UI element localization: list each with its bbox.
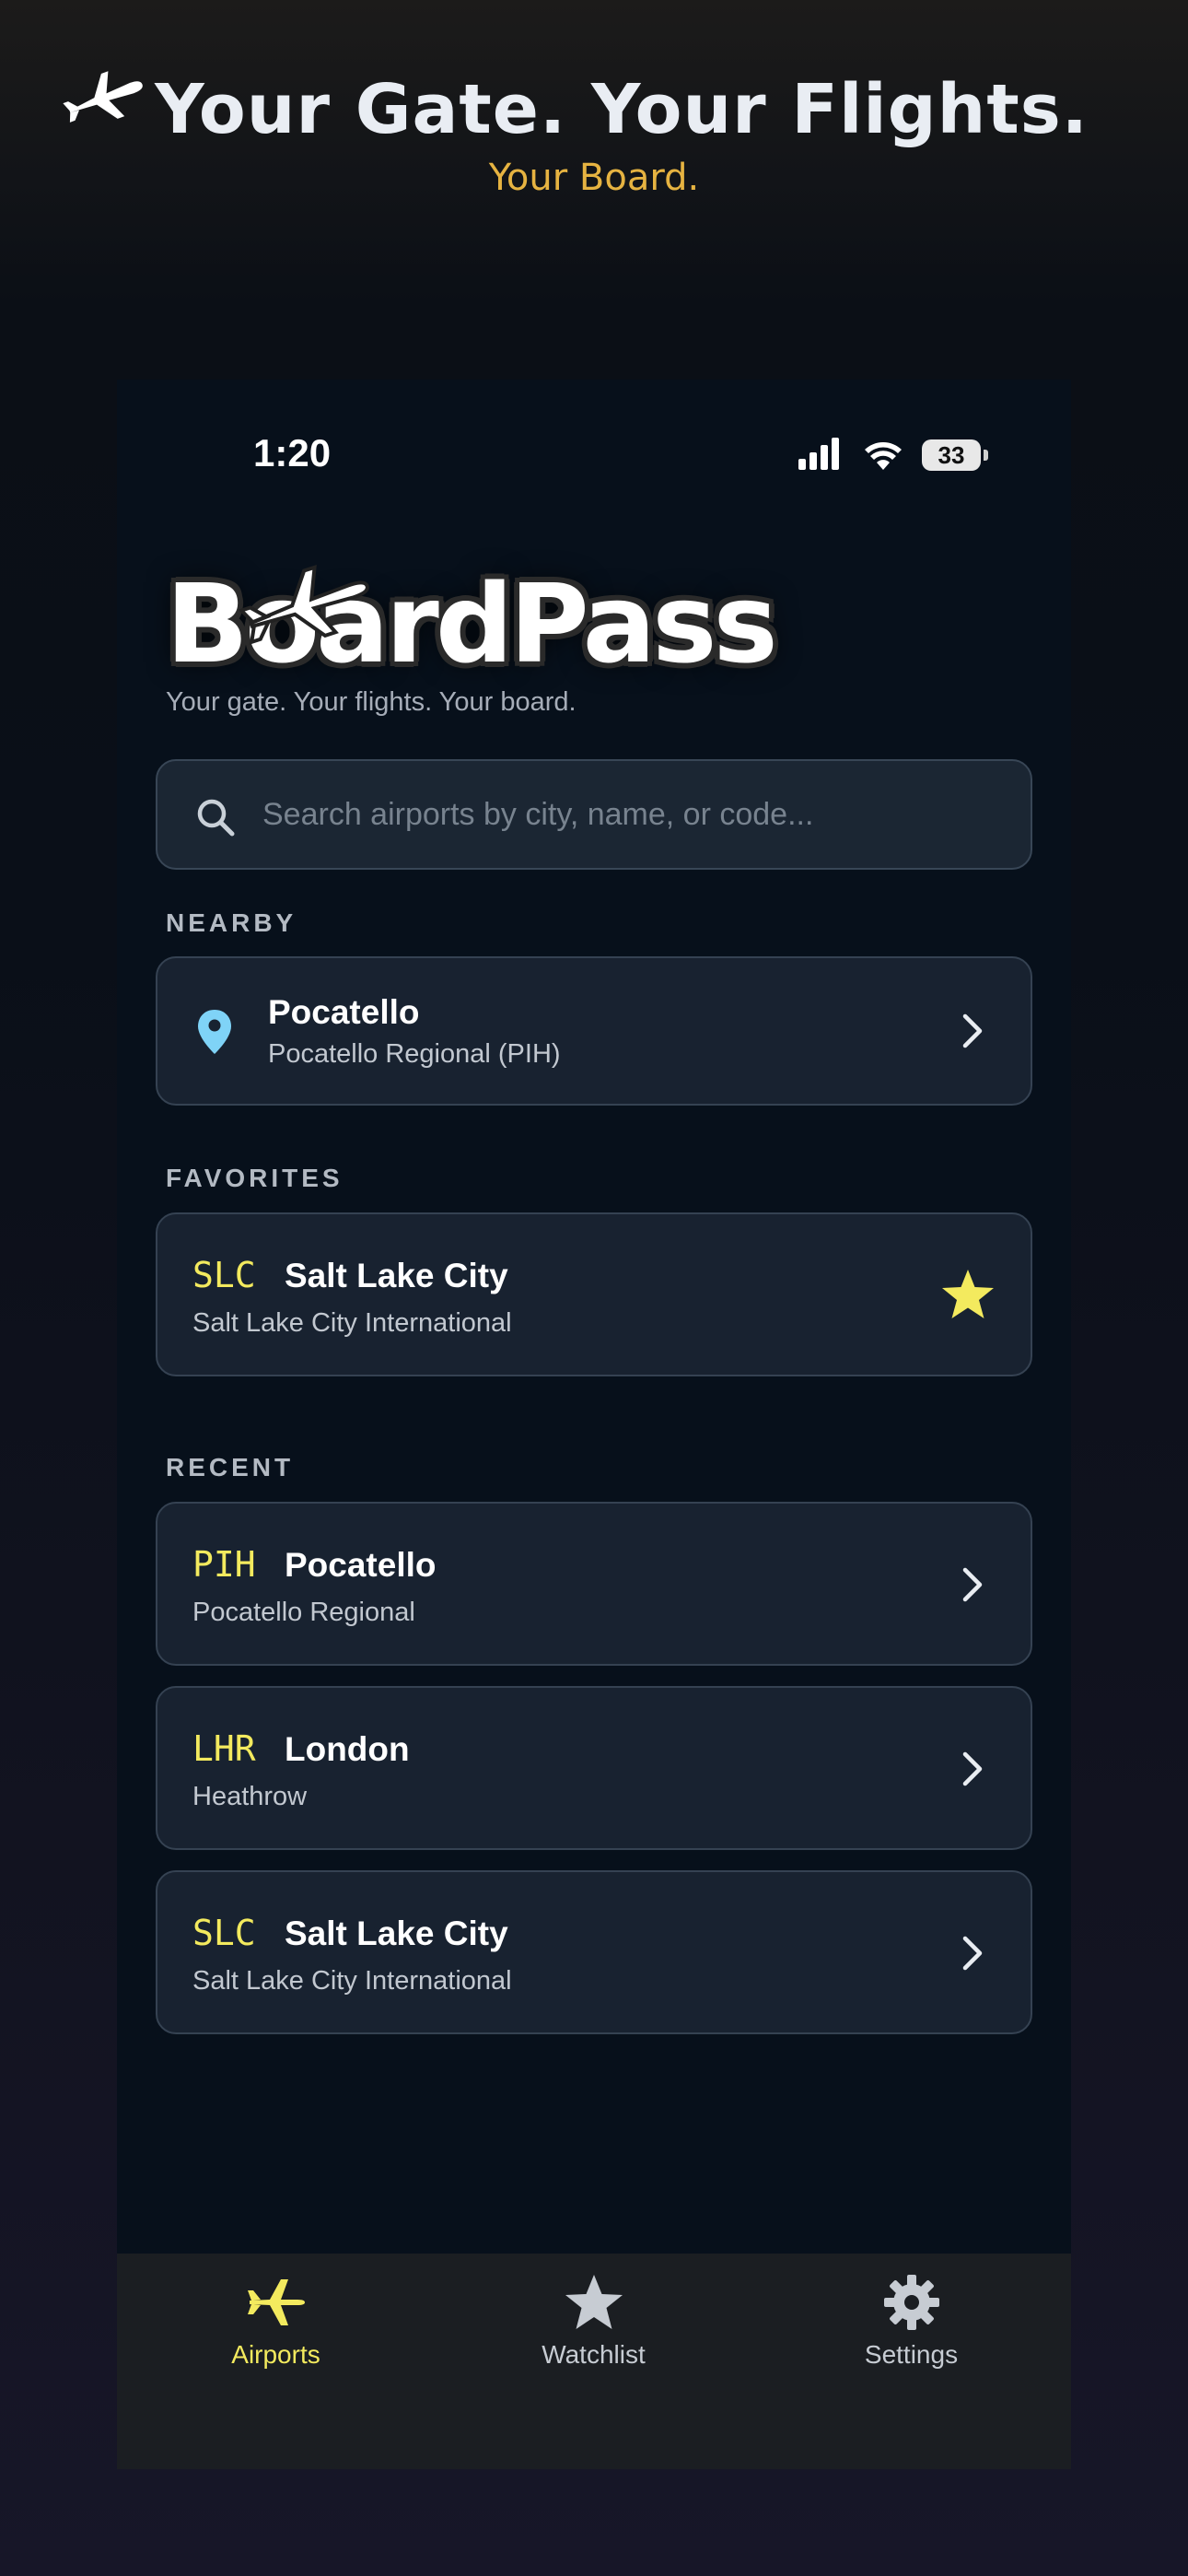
search-input[interactable]	[262, 779, 999, 849]
favorite-star-icon[interactable]	[940, 1268, 996, 1321]
airport-name: Heathrow	[192, 1782, 308, 1811]
location-pin-icon	[198, 1010, 231, 1054]
nearby-airport-card[interactable]: Pocatello Pocatello Regional (PIH)	[156, 956, 1032, 1106]
airplane-icon	[248, 2279, 305, 2325]
airport-code: SLC	[192, 1255, 256, 1295]
tab-settings-label: Settings	[864, 2340, 959, 2369]
airport-code: PIH	[192, 1544, 256, 1585]
nearby-airport-city: Pocatello	[268, 993, 420, 1031]
tab-bar: Airports Watchlist Settings	[117, 2254, 1071, 2469]
airport-city: London	[285, 1730, 410, 1768]
airport-name: Pocatello Regional	[192, 1598, 415, 1627]
search-icon	[197, 799, 235, 837]
tab-watchlist-label: Watchlist	[542, 2340, 646, 2369]
airport-name: Salt Lake City International	[192, 1308, 512, 1338]
gear-icon	[884, 2275, 939, 2330]
chevron-right-icon	[962, 1013, 983, 1048]
airport-city: Salt Lake City	[285, 1257, 508, 1294]
chevron-right-icon	[962, 1936, 983, 1971]
tab-airports-label: Airports	[231, 2340, 320, 2369]
tab-settings[interactable]: Settings	[752, 2254, 1070, 2469]
tab-watchlist[interactable]: Watchlist	[435, 2254, 752, 2469]
chevron-right-icon	[962, 1751, 983, 1786]
favorite-airport-card[interactable]: SLC Salt Lake City Salt Lake City Intern…	[156, 1212, 1032, 1376]
hero-title: Your Gate. Your Flights.	[155, 70, 1089, 149]
app-tagline: Your gate. Your flights. Your board.	[166, 687, 577, 717]
star-icon	[565, 2275, 623, 2329]
recent-airport-card[interactable]: LHR London Heathrow	[156, 1686, 1032, 1850]
nearby-section-label: NEARBY	[166, 908, 297, 937]
airport-code: LHR	[192, 1728, 256, 1769]
airport-city: Pocatello	[285, 1546, 437, 1584]
airport-name: Salt Lake City International	[192, 1966, 512, 1996]
recent-section-label: RECENT	[166, 1453, 295, 1481]
cellular-signal-icon	[798, 438, 839, 470]
wifi-icon	[865, 442, 902, 470]
hero-subtitle: Your Board.	[488, 157, 700, 199]
airport-city: Salt Lake City	[285, 1914, 508, 1952]
recent-airport-card[interactable]: PIH Pocatello Pocatello Regional	[156, 1502, 1032, 1666]
battery-tip	[984, 450, 988, 461]
favorites-section-label: FAVORITES	[166, 1164, 344, 1192]
logo-airplane-icon	[239, 564, 369, 645]
nearby-airport-name: Pocatello Regional (PIH)	[268, 1039, 561, 1069]
battery-indicator: 33	[922, 439, 981, 471]
status-time: 1:20	[253, 431, 332, 474]
chevron-right-icon	[962, 1567, 983, 1602]
tab-airports[interactable]: Airports	[117, 2254, 435, 2469]
phone-screen: 1:20 33 BoardPass Your gate. Your flight…	[117, 380, 1071, 2469]
search-bar[interactable]	[156, 759, 1032, 870]
recent-airport-card[interactable]: SLC Salt Lake City Salt Lake City Intern…	[156, 1870, 1032, 2034]
airport-code: SLC	[192, 1913, 256, 1953]
